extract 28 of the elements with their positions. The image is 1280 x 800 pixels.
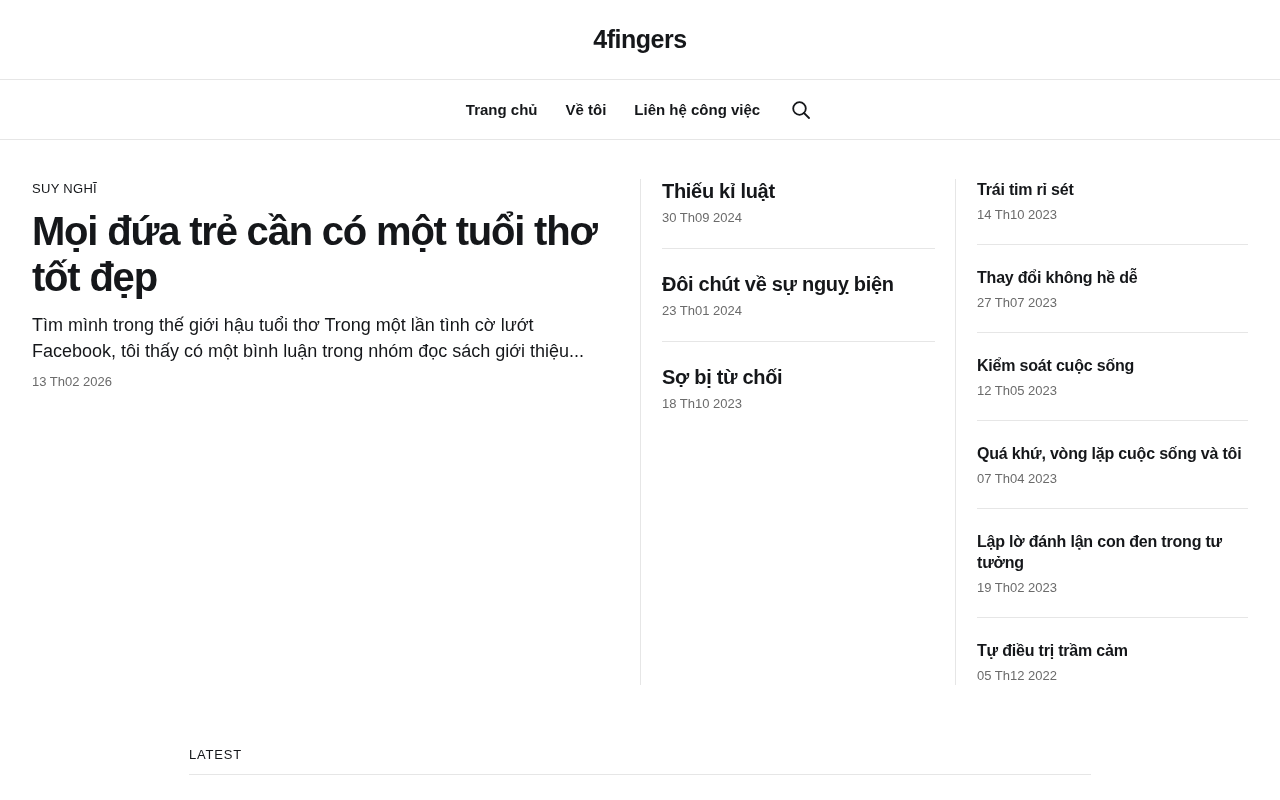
post-date: 12 Th05 2023: [977, 383, 1057, 398]
post-title[interactable]: Thay đổi không hề dễ: [977, 267, 1138, 288]
post-date: 30 Th09 2024: [662, 210, 742, 225]
post-title[interactable]: Quá khứ, vòng lặp cuộc sống và tôi: [977, 443, 1242, 464]
post-title[interactable]: Đôi chút về sự nguỵ biện: [662, 272, 894, 296]
post-excerpt: Tìm mình trong thế giới hậu tuổi thơ Trong một lần tình cờ lướt Facebook, tôi thấy có một bình luận trong nhóm đọc sách giới thiệu...: [32, 314, 586, 363]
post-date: 18 Th10 2023: [662, 396, 742, 411]
post-date: 13 Th02 2026: [32, 374, 112, 389]
post-title[interactable]: Kiểm soát cuộc sống: [977, 355, 1135, 376]
post-title[interactable]: Thiếu kỉ luật: [662, 179, 775, 203]
post-date: 19 Th02 2023: [977, 580, 1057, 595]
post-title[interactable]: Sợ bị từ chối: [662, 365, 783, 389]
post-date: 05 Th12 2022: [977, 668, 1057, 683]
post-date: 27 Th07 2023: [977, 295, 1057, 310]
nav-link[interactable]: Về tôi: [565, 101, 607, 118]
search-icon: [792, 100, 811, 119]
post-date: 23 Th01 2024: [662, 303, 742, 318]
post-date: 14 Th10 2023: [977, 207, 1057, 222]
nav-link[interactable]: Liên hệ công việc: [634, 101, 761, 118]
post-date: 07 Th04 2023: [977, 471, 1057, 486]
section-heading: LATEST: [189, 747, 243, 762]
nav-link[interactable]: Trang chủ: [465, 101, 538, 118]
post-title[interactable]: Trái tim rỉ sét: [977, 179, 1074, 200]
post-title[interactable]: Lập lờ đánh lận con đen trong tư tưởng: [977, 531, 1248, 573]
post-title[interactable]: Tự điều trị trầm cảm: [977, 640, 1128, 661]
post-title[interactable]: Mọi đứa trẻ cần có một tuổi thơ tốt đẹp: [32, 208, 618, 300]
site-title[interactable]: 4fingers: [593, 25, 687, 54]
category-link[interactable]: SUY NGHĨ: [32, 181, 97, 196]
